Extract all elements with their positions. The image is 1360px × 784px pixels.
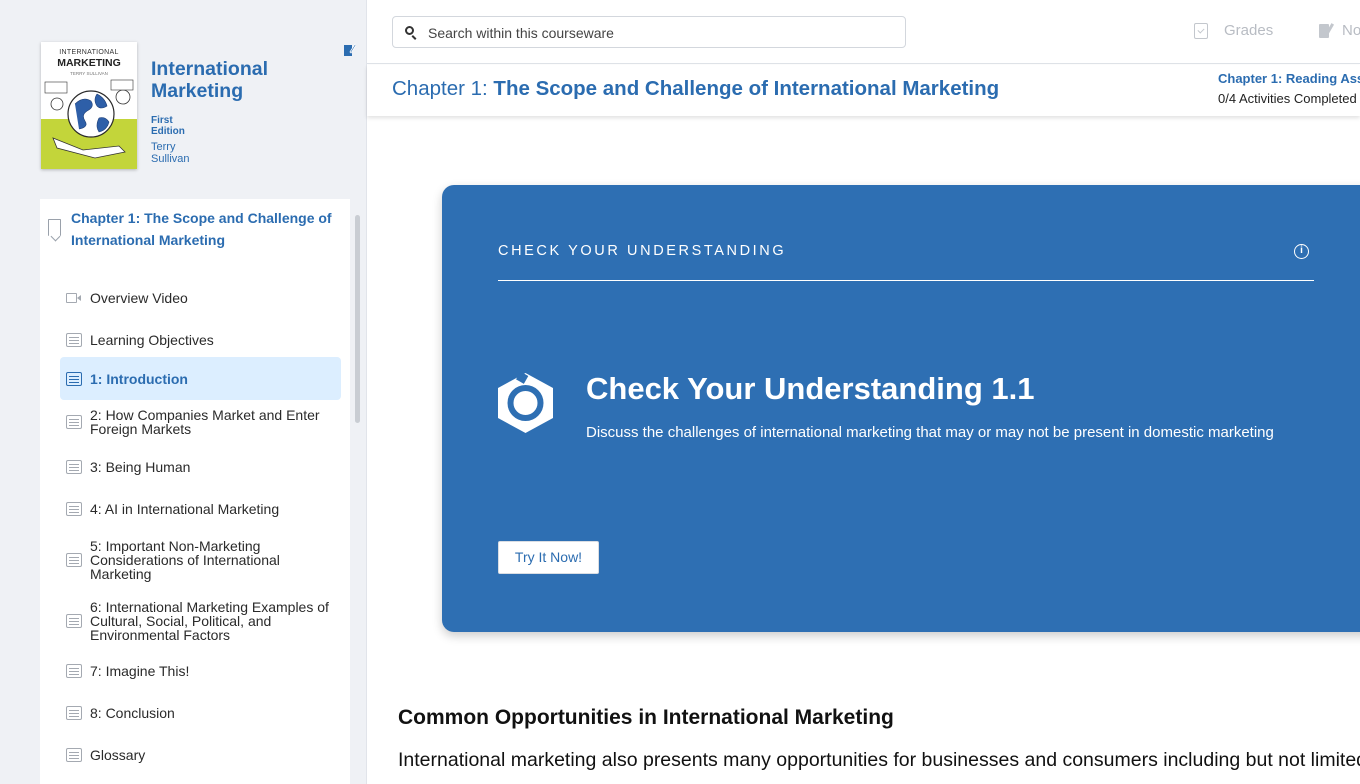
document-icon: [66, 333, 82, 347]
document-icon: [66, 706, 82, 720]
toc-item-label: 8: Conclusion: [90, 705, 175, 721]
toc-item-glossary[interactable]: Glossary: [60, 741, 341, 769]
toc-item-overview-video[interactable]: Overview Video: [60, 285, 341, 311]
globe-illustration: [41, 79, 137, 169]
pencil-icon[interactable]: [344, 43, 357, 59]
grades-label: Grades: [1224, 22, 1274, 39]
toc-item-ai-in-marketing[interactable]: 4: AI in International Marketing: [60, 495, 341, 523]
reading-assignment-title: Chapter 1: Reading Assignment: [1218, 71, 1360, 86]
table-of-contents: Chapter 1: The Scope and Challenge of In…: [40, 199, 350, 784]
toc-item-non-marketing-considerations[interactable]: 5: Important Non-Marketing Consideration…: [60, 536, 341, 584]
toc-item-label: Overview Video: [90, 290, 188, 306]
toc-item-marketing-examples[interactable]: 6: International Marketing Examples of C…: [60, 597, 341, 645]
video-icon: [66, 293, 82, 303]
toc-item-introduction[interactable]: 1: Introduction: [60, 357, 341, 400]
toc-item-label: 7: Imagine This!: [90, 663, 190, 679]
notes-label: Notes: [1342, 22, 1360, 39]
document-icon: [66, 502, 82, 516]
grades-button[interactable]: Grades: [1194, 22, 1273, 39]
toc-item-label: 4: AI in International Marketing: [90, 501, 280, 517]
reading-assignment[interactable]: Chapter 1: Reading Assignment 0/4 Activi…: [1218, 70, 1360, 110]
toc-item-label: 1: Introduction: [90, 370, 188, 387]
top-bar: Search within this courseware Grades Not…: [367, 0, 1360, 64]
toc-item-label: 5: Important Non-Marketing Consideration…: [90, 538, 280, 582]
info-icon[interactable]: i: [1294, 244, 1309, 259]
toc-item-label: 6: International Marketing Examples of C…: [90, 599, 329, 643]
card-section-label: CHECK YOUR UNDERSTANDING: [498, 243, 787, 259]
book-title: International Marketing: [151, 58, 269, 102]
chapter-title: Chapter 1: The Scope and Challenge of In…: [392, 77, 999, 101]
document-icon: [66, 460, 82, 474]
toc-chapter-heading[interactable]: Chapter 1: The Scope and Challenge of In…: [40, 205, 350, 255]
search-placeholder: Search within this courseware: [428, 25, 614, 41]
toc-item-label: 2: How Companies Market and Enter Foreig…: [90, 407, 320, 437]
notes-icon: [1319, 23, 1335, 39]
book-edition: First Edition: [151, 115, 185, 137]
toc-item-being-human[interactable]: 3: Being Human: [60, 453, 341, 481]
book-author: Terry Sullivan: [151, 141, 190, 165]
notes-button[interactable]: Notes: [1319, 22, 1360, 39]
document-icon: [66, 664, 82, 678]
search-input[interactable]: Search within this courseware: [392, 16, 906, 48]
sidebar: INTERNATIONAL MARKETING TERRY SULLIVAN I…: [0, 0, 367, 784]
section-paragraph: International marketing also presents ma…: [398, 749, 1360, 771]
bookmark-icon: [48, 219, 61, 236]
search-icon: [405, 26, 414, 35]
document-icon: [66, 614, 82, 628]
toc-item-label: Glossary: [90, 747, 146, 763]
section-heading: Common Opportunities in International Ma…: [398, 706, 894, 729]
toc-item-label: 3: Being Human: [90, 459, 191, 475]
clipboard-check-icon: [1194, 22, 1208, 39]
chapter-title-prefix: Chapter 1:: [392, 77, 494, 100]
document-icon: [66, 371, 82, 386]
document-icon: [66, 748, 82, 762]
chapter-header: Chapter 1: The Scope and Challenge of In…: [367, 65, 1360, 116]
document-icon: [66, 415, 82, 429]
card-divider: [498, 280, 1314, 281]
toc-chapter-title: Chapter 1: The Scope and Challenge of In…: [71, 210, 332, 248]
toc-item-how-companies-market[interactable]: 2: How Companies Market and Enter Foreig…: [60, 404, 341, 440]
card-title: Check Your Understanding 1.1: [586, 371, 1035, 406]
book-cover[interactable]: INTERNATIONAL MARKETING TERRY SULLIVAN: [41, 42, 137, 169]
toc-item-learning-objectives[interactable]: Learning Objectives: [60, 326, 341, 354]
card-description: Discuss the challenges of international …: [586, 424, 1274, 441]
check-understanding-card: CHECK YOUR UNDERSTANDING i Check Your Un…: [442, 185, 1360, 632]
assessment-hex-icon: [498, 373, 553, 433]
reading-assignment-status: 0/4 Activities Completed: [1218, 91, 1357, 106]
toc-item-imagine-this[interactable]: 7: Imagine This!: [60, 657, 341, 685]
document-icon: [66, 553, 82, 567]
toc-scrollbar[interactable]: [355, 215, 360, 423]
try-it-now-button[interactable]: Try It Now!: [498, 541, 599, 574]
toc-item-label: Learning Objectives: [90, 332, 214, 348]
chapter-title-name: The Scope and Challenge of International…: [493, 77, 1000, 100]
toc-item-conclusion[interactable]: 8: Conclusion: [60, 699, 341, 727]
